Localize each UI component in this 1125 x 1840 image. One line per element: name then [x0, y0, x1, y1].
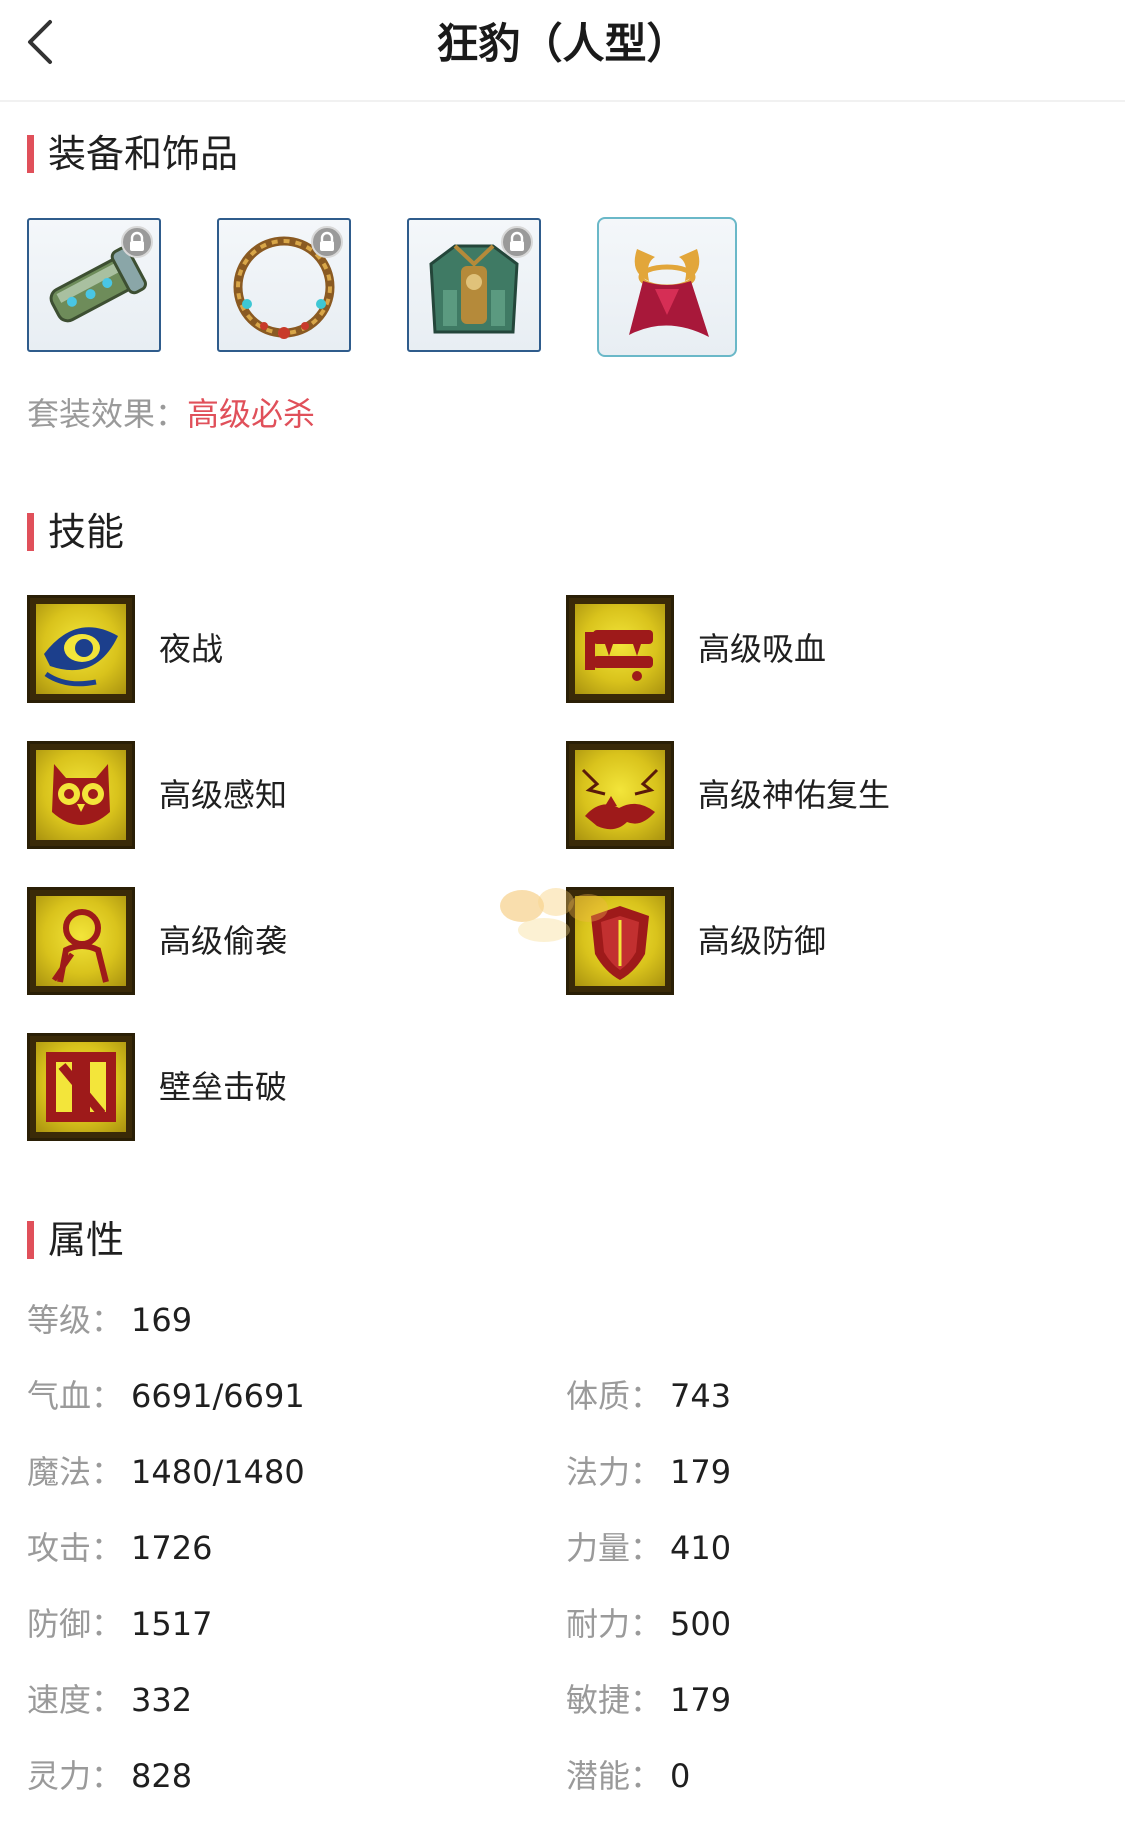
attr-spirit: 灵力： 828 — [27, 1754, 192, 1798]
horned-cape-icon — [629, 249, 709, 337]
attr-value: 1480/1480 — [131, 1453, 305, 1491]
attr-label: 气血： — [27, 1377, 124, 1415]
section-accent-bar — [27, 135, 34, 173]
section-accent-bar — [27, 513, 34, 551]
skill-name: 高级吸血 — [698, 630, 827, 668]
attr-value: 410 — [670, 1529, 732, 1567]
attr-endurance: 耐力： 500 — [566, 1602, 731, 1646]
set-effect-label: 套装效果： — [27, 395, 188, 433]
set-effect: 套装效果：高级必杀 — [27, 392, 315, 436]
eye-icon — [27, 595, 135, 703]
fang-icon — [566, 595, 674, 703]
lock-icon — [311, 226, 343, 258]
attr-label: 力量： — [566, 1529, 663, 1567]
attr-value: 500 — [670, 1605, 732, 1643]
attr-label: 攻击： — [27, 1529, 124, 1567]
skill-item[interactable]: 夜战 — [27, 594, 223, 704]
attr-label: 等级： — [27, 1301, 124, 1339]
attr-value: 6691/6691 — [131, 1377, 305, 1415]
skill-name: 高级防御 — [698, 922, 827, 960]
equip-slot-1[interactable] — [27, 218, 161, 352]
attr-label: 敏捷： — [566, 1681, 663, 1719]
attr-label: 速度： — [27, 1681, 124, 1719]
attr-attack: 攻击： 1726 — [27, 1526, 212, 1570]
section-header-equipment: 装备和饰品 — [27, 132, 238, 176]
attr-agility: 敏捷： 179 — [566, 1678, 731, 1722]
lock-icon — [501, 226, 533, 258]
attr-defense: 防御： 1517 — [27, 1602, 212, 1646]
skill-item[interactable]: 高级神佑复生 — [566, 740, 890, 850]
section-header-attributes: 属性 — [27, 1218, 124, 1262]
attr-label: 灵力： — [27, 1757, 124, 1795]
equip-slot-3[interactable] — [407, 218, 541, 352]
top-bar: 狂豹（人型） — [0, 0, 1125, 102]
set-effect-value: 高级必杀 — [187, 395, 316, 433]
attr-potential: 潜能： 0 — [566, 1754, 690, 1798]
attr-level: 等级： 169 — [27, 1298, 192, 1342]
attr-value: 169 — [131, 1301, 193, 1339]
section-header-skills: 技能 — [27, 510, 124, 554]
watermark-logo — [500, 888, 608, 942]
attr-magic-power: 法力： 179 — [566, 1450, 731, 1494]
attr-value: 743 — [670, 1377, 732, 1415]
attr-speed: 速度： 332 — [27, 1678, 192, 1722]
accessory-slot[interactable] — [597, 217, 737, 357]
skill-name: 壁垒击破 — [159, 1068, 288, 1106]
section-title-skills: 技能 — [48, 510, 125, 554]
lock-icon — [121, 226, 153, 258]
attr-value: 179 — [670, 1453, 732, 1491]
attr-value: 828 — [131, 1757, 193, 1795]
attr-value: 332 — [131, 1681, 193, 1719]
skill-name: 高级神佑复生 — [698, 776, 891, 814]
assassin-icon — [27, 887, 135, 995]
skill-name: 夜战 — [159, 630, 224, 668]
attr-label: 潜能： — [566, 1757, 663, 1795]
attr-value: 1726 — [131, 1529, 213, 1567]
broken-wall-icon — [27, 1033, 135, 1141]
attr-hp: 气血： 6691/6691 — [27, 1374, 305, 1418]
page-title: 狂豹（人型） — [436, 19, 689, 68]
attr-strength: 力量： 410 — [566, 1526, 731, 1570]
equip-slot-2[interactable] — [217, 218, 351, 352]
section-accent-bar — [27, 1221, 34, 1259]
skill-name: 高级感知 — [159, 776, 288, 814]
attr-label: 耐力： — [566, 1605, 663, 1643]
attr-label: 法力： — [566, 1453, 663, 1491]
wings-icon — [566, 741, 674, 849]
attr-mp: 魔法： 1480/1480 — [27, 1450, 305, 1494]
attr-label: 防御： — [27, 1605, 124, 1643]
attr-value: 1517 — [131, 1605, 213, 1643]
section-title-equipment: 装备和饰品 — [48, 132, 239, 176]
skill-item[interactable]: 高级偷袭 — [27, 886, 287, 996]
attr-value: 179 — [670, 1681, 732, 1719]
attr-label: 体质： — [566, 1377, 663, 1415]
skill-name: 高级偷袭 — [159, 922, 288, 960]
skill-item[interactable]: 壁垒击破 — [27, 1032, 287, 1142]
skill-item[interactable]: 高级吸血 — [566, 594, 826, 704]
section-title-attributes: 属性 — [48, 1218, 125, 1262]
attr-constitution: 体质： 743 — [566, 1374, 731, 1418]
skill-item[interactable]: 高级感知 — [27, 740, 287, 850]
attr-label: 魔法： — [27, 1453, 124, 1491]
owl-icon — [27, 741, 135, 849]
attr-value: 0 — [670, 1757, 691, 1795]
